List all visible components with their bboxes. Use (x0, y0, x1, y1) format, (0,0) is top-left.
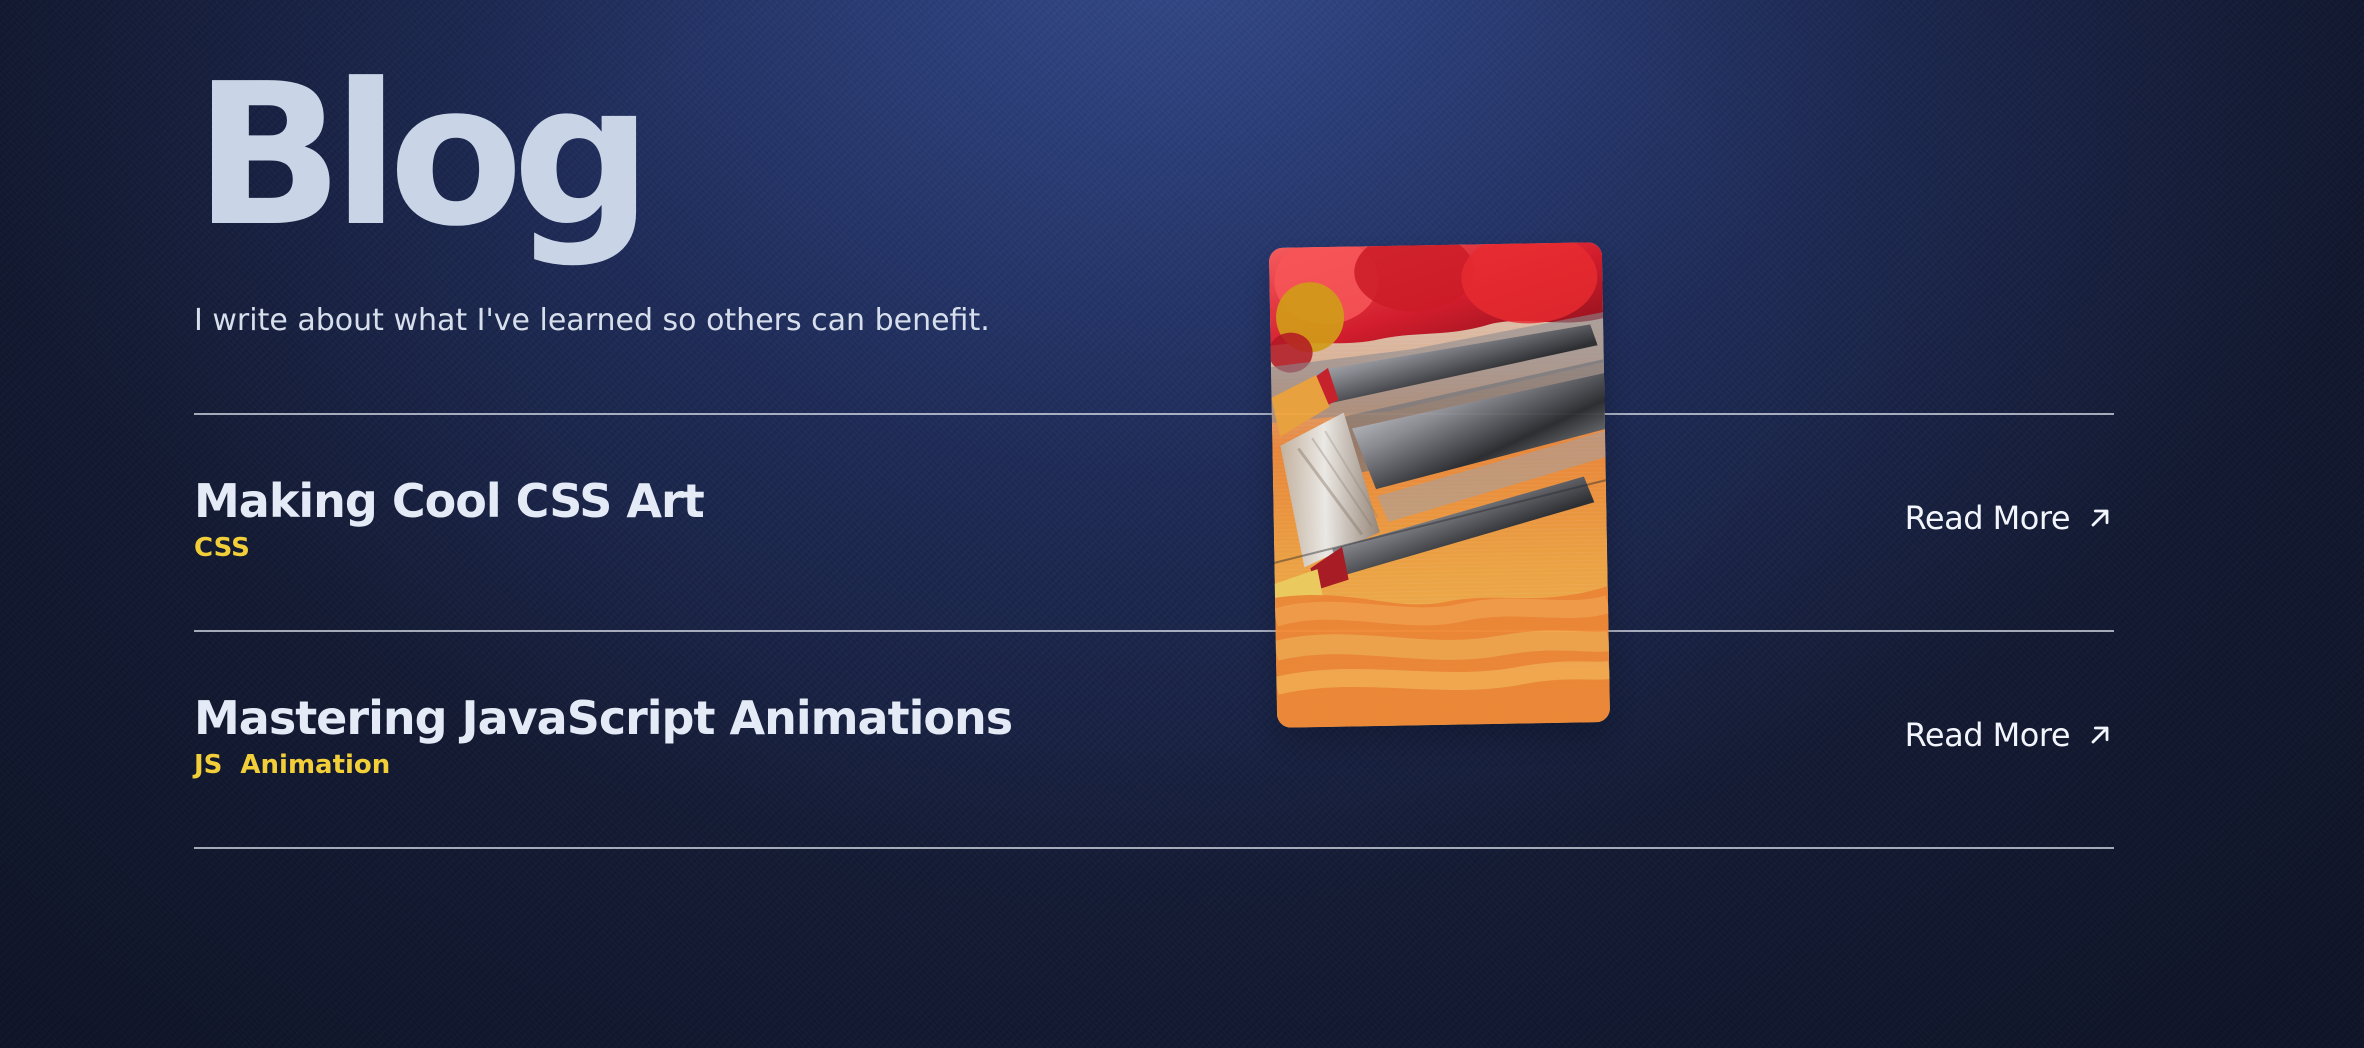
post-tags: CSS (194, 533, 250, 563)
read-more-link[interactable]: Read More (1905, 716, 2114, 754)
blog-post-row: Mastering JavaScript Animations JS Anima… (194, 632, 2114, 849)
page-title: Blog (194, 42, 653, 270)
post-tag[interactable]: Animation (240, 750, 390, 780)
page-subtitle: I write about what I've learned so other… (194, 303, 990, 338)
paint-brushes-illustration (1268, 242, 1611, 728)
paint-brushes-image (1268, 242, 1611, 728)
post-tags: JS Animation (194, 750, 390, 780)
arrow-up-right-icon (2091, 509, 2109, 527)
blog-post-title[interactable]: Mastering JavaScript Animations (194, 691, 1013, 745)
read-more-label: Read More (1904, 716, 2071, 754)
blog-post-list: Making Cool CSS Art CSS Read More Master… (194, 413, 2114, 849)
post-tag[interactable]: JS (194, 750, 222, 780)
post-tag[interactable]: CSS (194, 533, 250, 563)
blog-post-title[interactable]: Making Cool CSS Art (194, 474, 705, 528)
blog-hero: Blog I write about what I've learned so … (194, 58, 2114, 418)
blog-post-row: Making Cool CSS Art CSS Read More (194, 415, 2114, 632)
arrow-up-right-icon (2091, 726, 2109, 744)
read-more-link[interactable]: Read More (1905, 499, 2114, 537)
read-more-label: Read More (1904, 499, 2071, 537)
